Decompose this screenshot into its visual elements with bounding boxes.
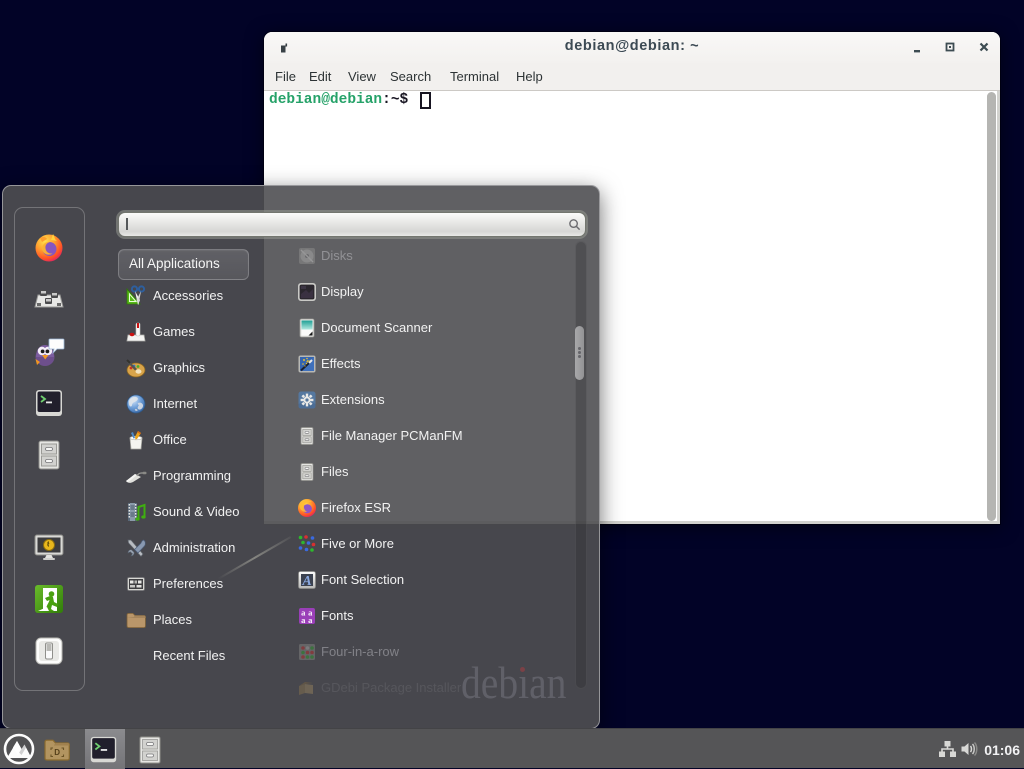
svg-text:a: a: [308, 615, 313, 625]
svg-text:A: A: [301, 574, 311, 589]
svg-text:a: a: [301, 615, 306, 625]
svg-text:D: D: [54, 748, 60, 757]
